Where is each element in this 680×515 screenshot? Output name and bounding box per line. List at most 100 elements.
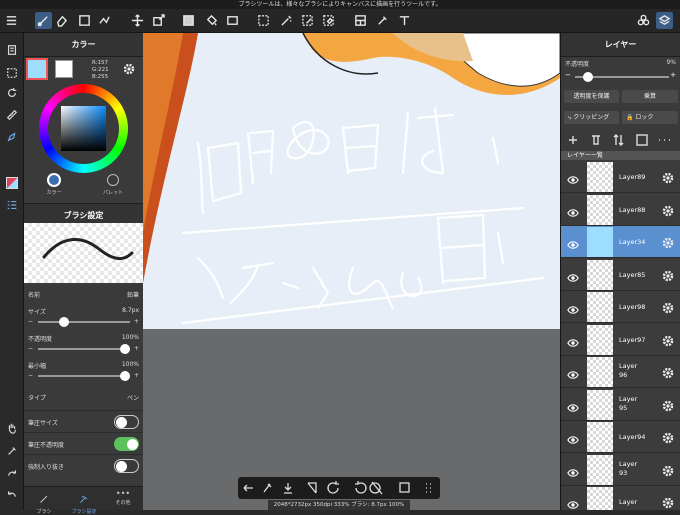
eyedropper-small-icon[interactable] bbox=[3, 442, 21, 460]
hue-ring[interactable] bbox=[39, 84, 128, 173]
layer-opacity-knob[interactable] bbox=[582, 72, 593, 82]
visibility-eye-icon[interactable] bbox=[567, 399, 579, 412]
rectangle-tool-icon[interactable] bbox=[76, 12, 93, 29]
menu-icon[interactable] bbox=[3, 12, 20, 29]
delete-layer-icon[interactable] bbox=[592, 135, 600, 145]
move-tool-icon[interactable] bbox=[129, 12, 146, 29]
eyedropper-icon[interactable] bbox=[374, 12, 391, 29]
layer-settings-gear-icon[interactable] bbox=[661, 495, 675, 509]
clipping-button[interactable]: ⤷ クリッピング bbox=[564, 111, 619, 124]
layer-row[interactable]: Layer89 bbox=[561, 161, 680, 193]
layer-settings-gear-icon[interactable] bbox=[661, 333, 675, 347]
pressure-opacity-toggle[interactable] bbox=[114, 437, 139, 451]
import-icon[interactable] bbox=[284, 483, 292, 494]
layer-settings-gear-icon[interactable] bbox=[661, 235, 675, 249]
redo-icon[interactable] bbox=[3, 464, 21, 482]
reorder-layer-icon[interactable] bbox=[613, 134, 624, 146]
size-slider[interactable] bbox=[38, 317, 130, 327]
layer-opacity-minus-icon[interactable]: − bbox=[565, 71, 571, 79]
min-width-slider[interactable] bbox=[38, 371, 130, 381]
layer-settings-gear-icon[interactable] bbox=[661, 300, 675, 314]
magic-wand-icon[interactable] bbox=[278, 12, 295, 29]
visibility-eye-icon[interactable] bbox=[567, 366, 579, 379]
selection-pen-icon[interactable] bbox=[299, 12, 316, 29]
min-width-plus-icon[interactable]: + bbox=[134, 372, 139, 379]
opacity-plus-icon[interactable]: + bbox=[134, 345, 139, 352]
layer-row[interactable]: Layer bbox=[561, 486, 680, 510]
visibility-eye-icon[interactable] bbox=[567, 204, 579, 217]
back-arrow-icon[interactable] bbox=[243, 484, 253, 492]
layer-row[interactable]: Layer 93 bbox=[561, 453, 680, 486]
layers-icon[interactable] bbox=[656, 12, 673, 29]
size-minus-icon[interactable]: − bbox=[28, 318, 33, 325]
color-swatch-icon[interactable] bbox=[3, 174, 21, 192]
brush-quick-icon[interactable] bbox=[263, 483, 272, 493]
reset-view-icon[interactable] bbox=[369, 481, 383, 495]
brush-prev-arrow-icon[interactable]: ‹ bbox=[26, 246, 29, 255]
rotate-icon[interactable] bbox=[3, 84, 21, 102]
secondary-color-swatch[interactable] bbox=[55, 60, 73, 78]
force-fade-toggle[interactable] bbox=[114, 459, 139, 473]
layer-settings-gear-icon[interactable] bbox=[661, 398, 675, 412]
vector-tool-icon[interactable] bbox=[96, 12, 113, 29]
brush-tab[interactable]: ブラシ bbox=[32, 489, 56, 515]
grid-dots-icon[interactable] bbox=[426, 483, 431, 493]
color-wheel-tab-icon[interactable] bbox=[47, 173, 61, 187]
canvas-document[interactable] bbox=[143, 33, 560, 329]
visibility-eye-icon[interactable] bbox=[567, 269, 579, 282]
layer-row[interactable]: Layer97 bbox=[561, 323, 680, 356]
min-width-slider-knob[interactable] bbox=[120, 371, 130, 381]
opacity-minus-icon[interactable]: − bbox=[28, 345, 33, 352]
quick-settings-icon[interactable] bbox=[399, 482, 410, 493]
saturation-value-square[interactable] bbox=[61, 106, 106, 151]
opacity-slider[interactable] bbox=[38, 344, 130, 354]
layer-row[interactable]: Layer 95 bbox=[561, 388, 680, 421]
layer-image-icon[interactable] bbox=[636, 134, 648, 146]
other-tab[interactable]: ••• その他 bbox=[111, 489, 135, 506]
layer-row[interactable]: Layer 96 bbox=[561, 356, 680, 388]
layer-settings-gear-icon[interactable] bbox=[661, 463, 675, 477]
selection-eraser-icon[interactable] bbox=[320, 12, 337, 29]
layer-row[interactable]: Layer94 bbox=[561, 421, 680, 453]
pressure-size-toggle[interactable] bbox=[114, 415, 139, 429]
brush-settings-tab[interactable]: ブラシ設定 bbox=[68, 489, 100, 515]
layer-settings-gear-icon[interactable] bbox=[661, 170, 675, 184]
layer-settings-gear-icon[interactable] bbox=[661, 203, 675, 217]
color-tab-label[interactable]: カラー bbox=[38, 189, 70, 196]
list-icon[interactable] bbox=[3, 196, 21, 214]
current-color-swatch[interactable] bbox=[26, 58, 48, 80]
eraser-tool-icon[interactable] bbox=[53, 12, 70, 29]
layer-row[interactable]: Layer34 bbox=[561, 226, 680, 258]
size-plus-icon[interactable]: + bbox=[134, 318, 139, 325]
selection-tool-icon[interactable] bbox=[255, 12, 272, 29]
rotate-right-icon[interactable] bbox=[355, 481, 367, 494]
layer-opacity-plus-icon[interactable]: + bbox=[670, 71, 676, 79]
brush-next-arrow-icon[interactable]: › bbox=[138, 246, 141, 255]
size-slider-knob[interactable] bbox=[59, 317, 70, 327]
layer-opacity-slider[interactable] bbox=[575, 72, 669, 82]
snap-off-icon[interactable] bbox=[307, 482, 317, 494]
rotate-left-icon[interactable] bbox=[327, 481, 339, 494]
palette-tab-label[interactable]: パレット bbox=[97, 189, 129, 196]
materials-icon[interactable] bbox=[635, 12, 652, 29]
add-layer-icon[interactable] bbox=[569, 136, 577, 144]
transform-tool-icon[interactable] bbox=[150, 12, 167, 29]
fill-color-icon[interactable] bbox=[180, 12, 197, 29]
gradient-tool-icon[interactable] bbox=[224, 12, 241, 29]
layer-settings-gear-icon[interactable] bbox=[661, 365, 675, 379]
min-width-minus-icon[interactable]: − bbox=[28, 372, 33, 379]
pages-icon[interactable] bbox=[3, 41, 21, 59]
opacity-slider-knob[interactable] bbox=[120, 344, 130, 354]
layer-settings-gear-icon[interactable] bbox=[661, 268, 675, 282]
visibility-eye-icon[interactable] bbox=[567, 236, 579, 249]
layer-row[interactable]: Layer88 bbox=[561, 193, 680, 226]
color-settings-gear-icon[interactable] bbox=[122, 61, 136, 75]
layer-row[interactable]: Layer98 bbox=[561, 291, 680, 323]
protect-alpha-button[interactable]: 透明度を保護 bbox=[564, 90, 619, 103]
text-tool-icon[interactable] bbox=[396, 12, 413, 29]
visibility-eye-icon[interactable] bbox=[567, 301, 579, 314]
blend-mode-button[interactable]: 乗算 bbox=[622, 90, 678, 103]
select-all-icon[interactable] bbox=[3, 64, 21, 82]
canvas-area[interactable] bbox=[143, 33, 560, 510]
undo-icon[interactable] bbox=[3, 485, 21, 503]
